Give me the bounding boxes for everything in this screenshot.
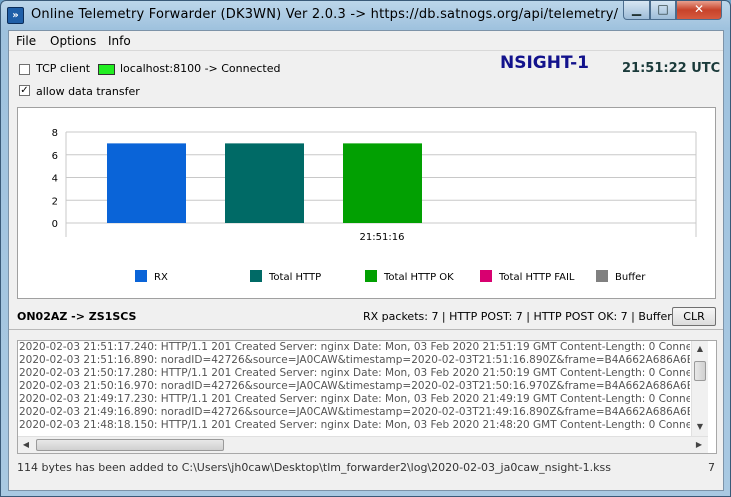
horizontal-scroll-thumb[interactable] bbox=[36, 439, 224, 451]
log-line: 2020-02-03 21:49:16.890: noradID=42726&s… bbox=[19, 406, 690, 418]
status-count: 7 bbox=[708, 461, 715, 474]
clr-button[interactable]: CLR bbox=[672, 307, 716, 326]
log-line: 2020-02-03 21:50:17.280: HTTP/1.1 201 Cr… bbox=[19, 367, 690, 379]
status-message: 114 bytes has been added to C:\Users\jh0… bbox=[17, 461, 611, 474]
menu-file[interactable]: File bbox=[16, 34, 36, 48]
menu-bar: File Options Info bbox=[9, 31, 723, 51]
bar-total-http bbox=[225, 143, 304, 223]
divider bbox=[9, 329, 723, 330]
log-line: 2020-02-03 21:51:16.890: noradID=42726&s… bbox=[19, 354, 690, 366]
app-icon[interactable]: » bbox=[7, 7, 24, 24]
legend-swatch bbox=[135, 270, 147, 282]
legend-label: RX bbox=[154, 272, 168, 283]
scroll-down-icon[interactable]: ▼ bbox=[692, 419, 708, 435]
menu-info[interactable]: Info bbox=[108, 34, 131, 48]
log-line: 2020-02-03 21:48:18.150: HTTP/1.1 201 Cr… bbox=[19, 419, 690, 431]
minimize-button[interactable]: ▁ bbox=[623, 1, 650, 20]
utc-clock: 21:51:22 UTC bbox=[622, 61, 721, 76]
app-window: » Online Telemetry Forwarder (DK3WN) Ver… bbox=[0, 0, 731, 497]
tcp-client-label: TCP client bbox=[36, 62, 91, 75]
legend-label: Total HTTP FAIL bbox=[498, 272, 575, 283]
log-line: 2020-02-03 21:51:17.240: HTTP/1.1 201 Cr… bbox=[19, 341, 690, 353]
bar-rx bbox=[107, 143, 186, 223]
x-tick-label: 21:51:16 bbox=[360, 232, 405, 243]
horizontal-scrollbar[interactable]: ◀ ▶ bbox=[18, 436, 708, 453]
allow-transfer-checkbox[interactable]: ✓ bbox=[19, 85, 30, 96]
satellite-name: NSIGHT-1 bbox=[500, 53, 589, 73]
y-tick-label: 0 bbox=[52, 219, 58, 230]
title-bar[interactable]: » Online Telemetry Forwarder (DK3WN) Ver… bbox=[1, 1, 730, 29]
menu-options[interactable]: Options bbox=[50, 34, 96, 48]
log-line: 2020-02-03 21:50:16.970: noradID=42726&s… bbox=[19, 380, 690, 392]
allow-transfer-label: allow data transfer bbox=[36, 85, 140, 98]
y-tick-label: 8 bbox=[52, 128, 58, 139]
menu-options-label: Options bbox=[50, 34, 97, 48]
menu-file-label: File bbox=[16, 34, 37, 48]
packet-stats: RX packets: 7 | HTTP POST: 7 | HTTP POST… bbox=[363, 310, 686, 323]
chart-canvas: 0 2 4 6 8 21:51:16 RX Total HTTP Total HTTP OK To… bbox=[52, 128, 697, 283]
menu-info-label: Info bbox=[108, 34, 131, 48]
vertical-scroll-thumb[interactable] bbox=[694, 361, 706, 381]
station-route: ON02AZ -> ZS1SCS bbox=[17, 310, 137, 323]
connection-led bbox=[98, 64, 115, 75]
legend-swatch bbox=[365, 270, 377, 282]
maximize-button[interactable]: □ bbox=[650, 1, 676, 20]
legend-label: Total HTTP bbox=[268, 272, 321, 283]
window-title: Online Telemetry Forwarder (DK3WN) Ver 2… bbox=[31, 7, 619, 22]
close-button[interactable]: ✕ bbox=[676, 1, 722, 20]
y-tick-label: 4 bbox=[52, 174, 58, 185]
legend-label: Total HTTP OK bbox=[383, 272, 454, 283]
log-view[interactable]: 2020-02-03 21:51:17.240: HTTP/1.1 201 Cr… bbox=[17, 340, 717, 454]
legend-swatch bbox=[596, 270, 608, 282]
y-tick-label: 2 bbox=[52, 196, 58, 207]
log-lines: 2020-02-03 21:51:17.240: HTTP/1.1 201 Cr… bbox=[18, 341, 690, 433]
y-tick-label: 6 bbox=[52, 151, 58, 162]
scroll-right-icon[interactable]: ▶ bbox=[691, 437, 707, 453]
telemetry-chart: 0 2 4 6 8 21:51:16 RX Total HTTP Total HTTP OK To… bbox=[17, 107, 716, 299]
connection-status: localhost:8100 -> Connected bbox=[120, 62, 281, 75]
legend-label: Buffer bbox=[615, 272, 646, 283]
check-icon: ✓ bbox=[20, 85, 29, 96]
legend-swatch bbox=[480, 270, 492, 282]
log-line: 2020-02-03 21:49:17.230: HTTP/1.1 201 Cr… bbox=[19, 393, 690, 405]
vertical-scrollbar[interactable]: ▲ ▼ bbox=[691, 341, 708, 436]
scroll-left-icon[interactable]: ◀ bbox=[18, 437, 34, 453]
bar-total-http-ok bbox=[343, 143, 422, 223]
scroll-up-icon[interactable]: ▲ bbox=[692, 341, 708, 357]
client-area: File Options Info TCP client localhost:8… bbox=[8, 30, 724, 491]
tcp-client-checkbox[interactable] bbox=[19, 64, 30, 75]
legend-swatch bbox=[250, 270, 262, 282]
